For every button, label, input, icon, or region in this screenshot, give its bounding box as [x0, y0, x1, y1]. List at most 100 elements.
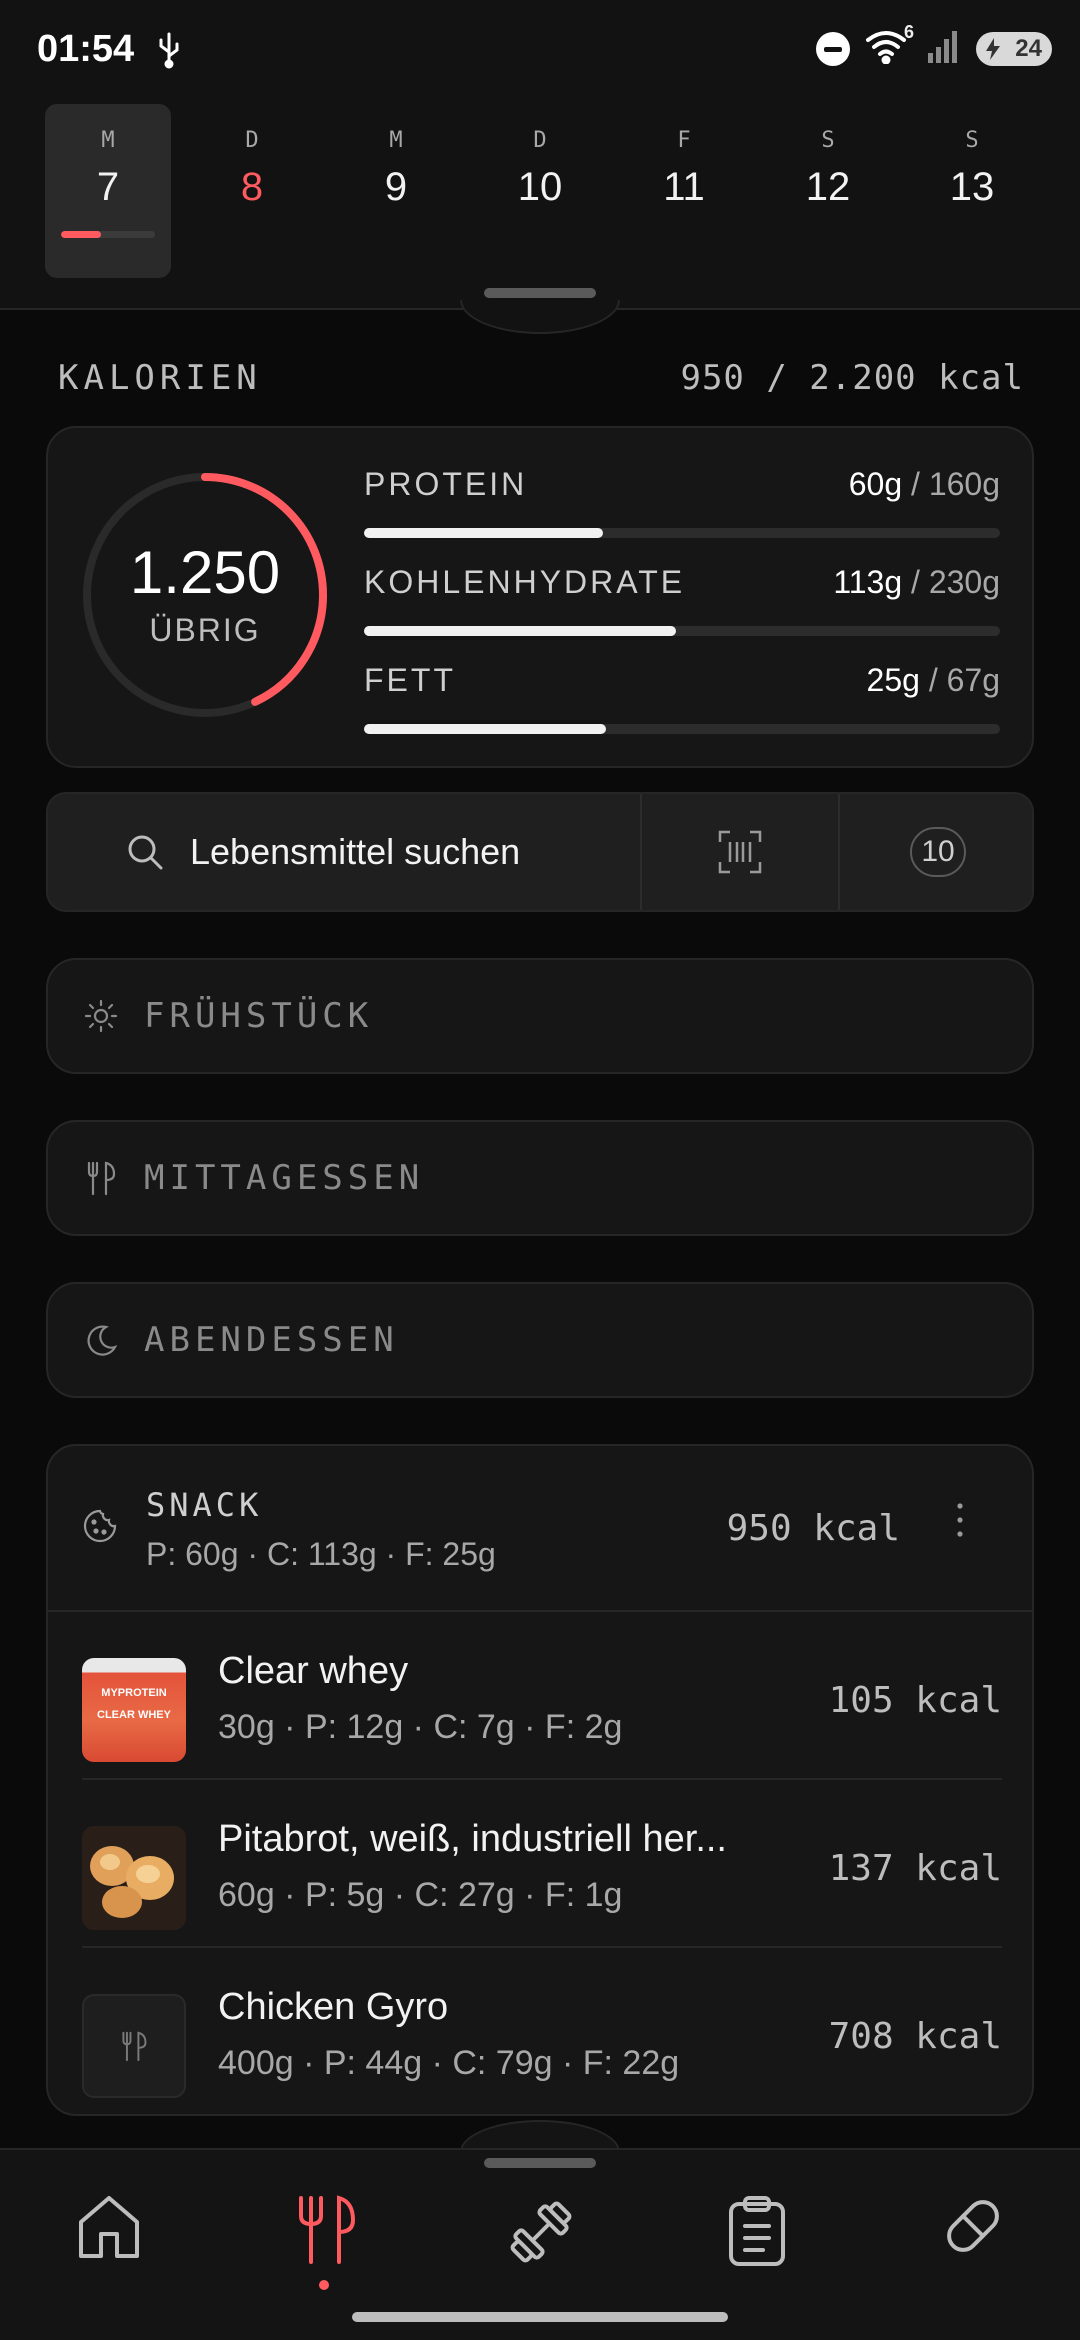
day-10[interactable]: D 10	[477, 104, 603, 278]
food-kcal: 137 kcal	[828, 1848, 1002, 1889]
sun-icon	[84, 999, 118, 1033]
food-thumbnail	[82, 1826, 186, 1930]
nav-home[interactable]	[64, 2194, 154, 2284]
snack-header[interactable]: SNACK P: 60g · C: 113g · F: 25g 950 kcal	[48, 1446, 1032, 1612]
calorie-summary-card: 1.250 ÜBRIG PROTEIN 60g / 160g KOHLENHYD…	[46, 426, 1034, 768]
meal-snack: SNACK P: 60g · C: 113g · F: 25g 950 kcal…	[46, 1444, 1034, 2116]
calories-remaining: 1.250	[129, 539, 281, 606]
food-detail: 30g · P: 12g · C: 7g · F: 2g	[218, 1708, 623, 1746]
macro-goal: / 67g	[928, 662, 1000, 698]
snack-title: SNACK	[146, 1486, 263, 1524]
day-9[interactable]: M 9	[333, 104, 459, 278]
week-drag-handle[interactable]	[484, 288, 596, 298]
food-detail: 400g · P: 44g · C: 79g · F: 22g	[218, 2044, 680, 2082]
food-thumbnail-placeholder	[82, 1994, 186, 2098]
food-item-clear-whey[interactable]: MYPROTEIN CLEAR WHEY Clear whey 30g · P:…	[82, 1612, 1002, 1780]
search-label: Lebensmittel suchen	[190, 831, 521, 872]
calories-total: 950 / 2.200 kcal	[680, 358, 1024, 398]
macro-value: 25g	[866, 662, 920, 698]
nutrition-icon	[299, 2195, 356, 2264]
quick-add-button[interactable]: 10	[838, 794, 1036, 910]
food-kcal: 105 kcal	[828, 1680, 1002, 1721]
macro-protein: PROTEIN 60g / 160g	[364, 466, 1000, 562]
nav-workout[interactable]	[496, 2194, 586, 2284]
do-not-disturb-icon	[816, 31, 850, 66]
usb-icon	[156, 30, 182, 75]
nav-drag-handle[interactable]	[484, 2158, 596, 2168]
meal-name: ABENDESSEN	[144, 1320, 399, 1360]
meal-dinner[interactable]: ABENDESSEN	[46, 1282, 1034, 1398]
home-indicator[interactable]	[352, 2312, 728, 2322]
macro-name: PROTEIN	[364, 466, 528, 502]
clipboard-icon	[729, 2196, 785, 2266]
battery-charging-icon: 24	[976, 31, 1052, 66]
day-number: 12	[805, 165, 851, 209]
day-letter: F	[677, 128, 691, 153]
macro-goal: / 230g	[911, 564, 1000, 600]
food-detail: 60g · P: 5g · C: 27g · F: 1g	[218, 1876, 623, 1914]
battery-level: 24	[1015, 34, 1042, 62]
supplement-icon	[947, 2200, 999, 2252]
meal-name: FRÜHSTÜCK	[144, 996, 374, 1036]
food-kcal: 708 kcal	[828, 2016, 1002, 2057]
day-letter: D	[533, 128, 547, 153]
search-icon	[128, 835, 163, 870]
barcode-scan-button[interactable]	[640, 794, 838, 910]
day-11[interactable]: F 11	[621, 104, 747, 278]
food-name: Chicken Gyro	[218, 1986, 449, 2028]
macro-progress	[364, 724, 1000, 734]
food-name: Clear whey	[218, 1650, 409, 1692]
snack-macros: P: 60g · C: 113g · F: 25g	[146, 1536, 496, 1572]
nav-nutrition[interactable]	[280, 2194, 370, 2284]
cookie-icon	[83, 1509, 117, 1543]
day-13[interactable]: S 13	[909, 104, 1035, 278]
week-drawer-tab[interactable]	[460, 300, 620, 334]
day-letter: S	[821, 128, 835, 153]
macro-carbs: KOHLENHYDRATE 113g / 230g	[364, 564, 1000, 660]
day-number: 9	[384, 165, 408, 209]
macro-progress	[364, 528, 1000, 538]
wifi-icon: 6	[864, 22, 914, 69]
signal-icon	[926, 29, 962, 68]
meal-lunch[interactable]: MITTAGESSEN	[46, 1120, 1034, 1236]
home-icon	[79, 2196, 139, 2258]
day-letter: M	[389, 128, 403, 153]
day-number: 13	[949, 165, 995, 209]
calories-remaining-label: ÜBRIG	[149, 612, 261, 648]
fork-knife-icon	[87, 1161, 116, 1196]
quick-add-count: 10	[910, 827, 966, 877]
day-letter: M	[101, 128, 115, 153]
fork-knife-icon	[122, 2031, 147, 2062]
meal-name: MITTAGESSEN	[144, 1158, 425, 1198]
more-vertical-icon[interactable]	[954, 1498, 966, 1542]
food-item-pitabrot[interactable]: Pitabrot, weiß, industriell her... 60g ·…	[82, 1780, 1002, 1948]
calories-label: KALORIEN	[58, 358, 262, 398]
food-search-bar: Lebensmittel suchen 10	[46, 792, 1034, 912]
nav-supplements[interactable]	[928, 2194, 1018, 2284]
wifi-badge: 6	[903, 22, 914, 42]
meal-breakfast[interactable]: FRÜHSTÜCK	[46, 958, 1034, 1074]
workout-icon	[510, 2201, 572, 2263]
status-bar: 01:54 6 24	[0, 0, 1080, 100]
day-12[interactable]: S 12	[765, 104, 891, 278]
macro-fat: FETT 25g / 67g	[364, 662, 1000, 758]
day-number: 8	[240, 165, 264, 209]
food-item-chicken-gyro[interactable]: Chicken Gyro 400g · P: 44g · C: 79g · F:…	[82, 1948, 1002, 2116]
day-7[interactable]: M 7	[45, 104, 171, 278]
thumbnail-label: MYPROTEIN CLEAR WHEY	[97, 1687, 171, 1721]
barcode-icon	[718, 830, 762, 874]
macro-name: KOHLENHYDRATE	[364, 564, 686, 600]
macro-value: 60g	[848, 466, 903, 502]
nav-log[interactable]	[712, 2194, 802, 2284]
day-progress-bar	[61, 231, 155, 238]
active-nav-indicator	[319, 2280, 329, 2290]
macro-progress	[364, 626, 1000, 636]
day-number: 7	[96, 165, 120, 209]
search-button[interactable]: Lebensmittel suchen	[48, 794, 640, 910]
moon-icon	[87, 1325, 118, 1356]
macro-name: FETT	[364, 662, 456, 698]
day-8[interactable]: D 8	[189, 104, 315, 278]
food-name: Pitabrot, weiß, industriell her...	[218, 1818, 727, 1860]
macro-value: 113g	[833, 564, 903, 600]
day-letter: S	[965, 128, 979, 153]
